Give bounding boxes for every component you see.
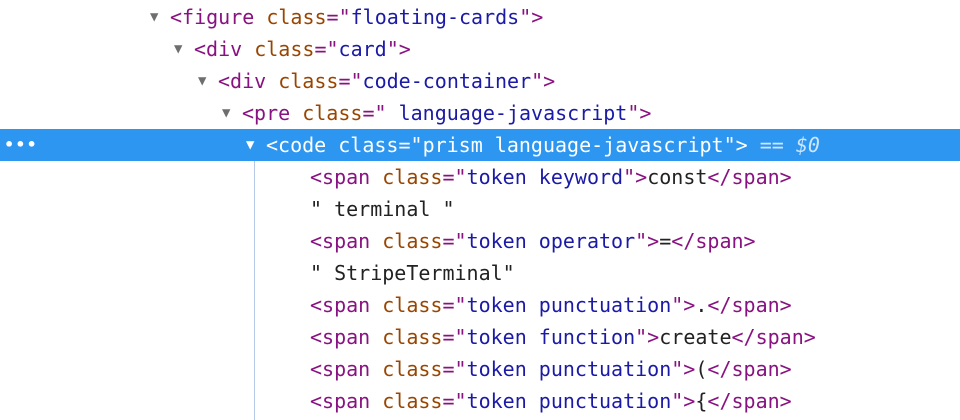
token-attr: class [382,389,443,413]
token-txt: . [695,293,708,317]
token-attr: class [278,69,339,93]
dom-node-row[interactable]: ▼ <div class="card"> [0,33,960,65]
token-val: floating-cards [350,5,520,29]
dom-node-row[interactable]: <span class="token operator">=</span> [0,225,960,257]
token-attr: class [266,5,327,29]
token-val: token punctuation [466,389,672,413]
token-tag: =" [442,389,467,413]
token-val: code-container [362,69,532,93]
token-tag: "> [723,133,748,157]
token-tag: <figure [170,5,267,29]
token-tag: "> [531,69,556,93]
dom-node-row[interactable]: ▼ <pre class=" language-javascript"> [0,97,960,129]
token-tag: =" [398,133,423,157]
token-val: language-javascript [386,101,628,125]
token-tag: <span [310,325,383,349]
token-tag: =" [442,325,467,349]
expand-triangle-icon[interactable]: ▼ [150,1,170,33]
dom-node-row[interactable]: " StripeTerminal" [0,257,960,289]
token-txt: " StripeTerminal" [310,261,515,285]
token-tag: </span> [707,165,792,189]
token-attr: class [382,293,443,317]
dom-node-row[interactable]: <span class="token keyword">const</span> [0,161,960,193]
expand-triangle-icon[interactable]: ▼ [198,65,218,97]
token-tag: </span> [671,229,756,253]
token-val: token function [466,325,636,349]
token-tag: <span [310,229,383,253]
token-attr: class [254,37,315,61]
token-val: prism language-javascript [422,133,724,157]
token-txt: = [659,229,672,253]
token-tag: =" [362,101,387,125]
token-tag: =" [442,165,467,189]
token-tag: </span> [707,293,792,317]
token-tag: </span> [731,325,816,349]
dom-node-row[interactable]: " terminal " [0,193,960,225]
token-tag: =" [442,229,467,253]
token-tag: <span [310,357,383,381]
elements-dom-tree[interactable]: ▼ <figure class="floating-cards"> ▼ <div cl… [0,0,960,420]
dom-node-row[interactable]: <span class="token punctuation">.</span> [0,289,960,321]
token-attr: class [382,325,443,349]
token-tag: <div [194,37,255,61]
token-tag: =" [326,5,351,29]
dom-node-row[interactable]: ▼ <div class="code-container"> [0,65,960,97]
token-tag: <div [218,69,279,93]
token-tag: =" [314,37,339,61]
token-tag: </span> [707,357,792,381]
token-val: token operator [466,229,636,253]
token-val: token keyword [466,165,624,189]
token-tag: "> [623,165,648,189]
expand-triangle-icon[interactable]: ▼ [222,97,242,129]
token-val: token punctuation [466,293,672,317]
dom-node-row[interactable]: <span class="token punctuation">(</span> [0,353,960,385]
node-actions-ellipsis-icon[interactable]: ••• [4,129,38,161]
token-attr: class [302,101,363,125]
token-attr: class [382,165,443,189]
token-tag: "> [627,101,652,125]
token-tag: =" [442,357,467,381]
token-txt: create [659,325,732,349]
dom-node-row[interactable]: <span class="token function">create</spa… [0,321,960,353]
token-val: card [338,37,387,61]
token-tag: </span> [707,389,792,413]
token-txt: ( [695,357,708,381]
token-val: token punctuation [466,357,672,381]
token-tag: "> [635,325,660,349]
token-tag: <span [310,293,383,317]
dom-node-row[interactable]: <span class="token punctuation">{</span> [0,385,960,417]
token-tag: "> [671,357,696,381]
token-tag: <span [310,389,383,413]
token-txt: " terminal " [310,197,455,221]
token-tag: =" [442,293,467,317]
expand-triangle-icon[interactable]: ▼ [174,33,194,65]
token-txt: { [695,389,708,413]
token-ref: == $0 [747,133,820,157]
token-tag: "> [635,229,660,253]
token-tag: "> [671,293,696,317]
dom-node-row[interactable]: ▼ <figure class="floating-cards"> [0,1,960,33]
token-tag: <span [310,165,383,189]
token-attr: class [382,229,443,253]
token-tag: "> [671,389,696,413]
token-tag: "> [386,37,411,61]
expand-triangle-icon[interactable]: ▼ [246,129,266,161]
token-tag: =" [338,69,363,93]
token-tag: <pre [242,101,303,125]
token-tag: <code [266,133,339,157]
dom-node-row-selected[interactable]: ••• ▼ <code class="prism language-javascri… [0,129,960,161]
token-tag: "> [519,5,544,29]
token-txt: const [647,165,708,189]
token-attr: class [382,357,443,381]
token-attr: class [338,133,399,157]
